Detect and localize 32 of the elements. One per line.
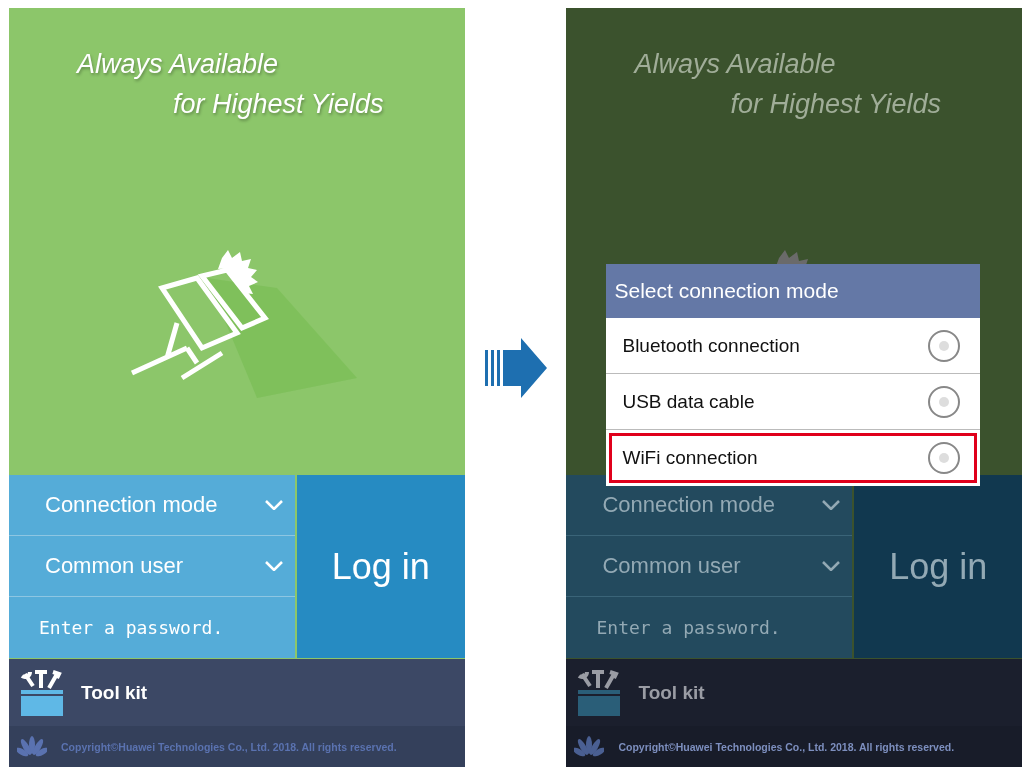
connection-mode-dropdown[interactable]: Connection mode xyxy=(9,475,295,536)
connection-option[interactable]: USB data cable xyxy=(606,374,981,430)
toolkit-bar[interactable]: Tool kit xyxy=(566,659,1022,726)
copyright-text: Copyright©Huawei Technologies Co., Ltd. 2018. All rights reserved. xyxy=(618,740,955,753)
password-field[interactable]: Enter a password. xyxy=(9,597,295,658)
toolbox-icon xyxy=(19,667,65,718)
radio-button[interactable] xyxy=(928,385,961,418)
toolkit-label: Tool kit xyxy=(81,681,148,704)
chevron-down-icon xyxy=(265,500,283,510)
login-button[interactable]: Log in xyxy=(297,475,465,658)
connection-option[interactable]: Bluetooth connection xyxy=(606,318,981,374)
flower-logo-icon xyxy=(17,735,47,758)
toolkit-label: Tool kit xyxy=(638,681,705,704)
chevron-down-icon xyxy=(822,500,841,510)
chevron-down-icon xyxy=(265,561,283,571)
chevron-down-icon xyxy=(822,561,841,571)
radio-button[interactable] xyxy=(928,329,961,362)
headline-text: for Highest Yields xyxy=(172,88,385,121)
user-type-dropdown[interactable]: Common user xyxy=(9,536,295,597)
arrow-icon xyxy=(484,337,547,398)
headline-text: Always Available xyxy=(77,48,280,81)
toolbox-icon xyxy=(576,667,623,718)
radio-button[interactable] xyxy=(928,442,961,474)
toolkit-bar[interactable]: Tool kit xyxy=(9,659,465,726)
password-field[interactable]: Enter a password. xyxy=(566,597,853,658)
headline-text: Always Available xyxy=(634,48,837,81)
flower-logo-icon xyxy=(574,735,605,758)
user-type-dropdown[interactable]: Common user xyxy=(566,536,853,597)
copyright-text: Copyright©Huawei Technologies Co., Ltd. 2018. All rights reserved. xyxy=(61,740,397,753)
dialog-title: Select connection mode xyxy=(606,264,981,318)
headline-text: for Highest Yields xyxy=(729,88,943,121)
login-button[interactable]: Log in xyxy=(854,475,1022,658)
